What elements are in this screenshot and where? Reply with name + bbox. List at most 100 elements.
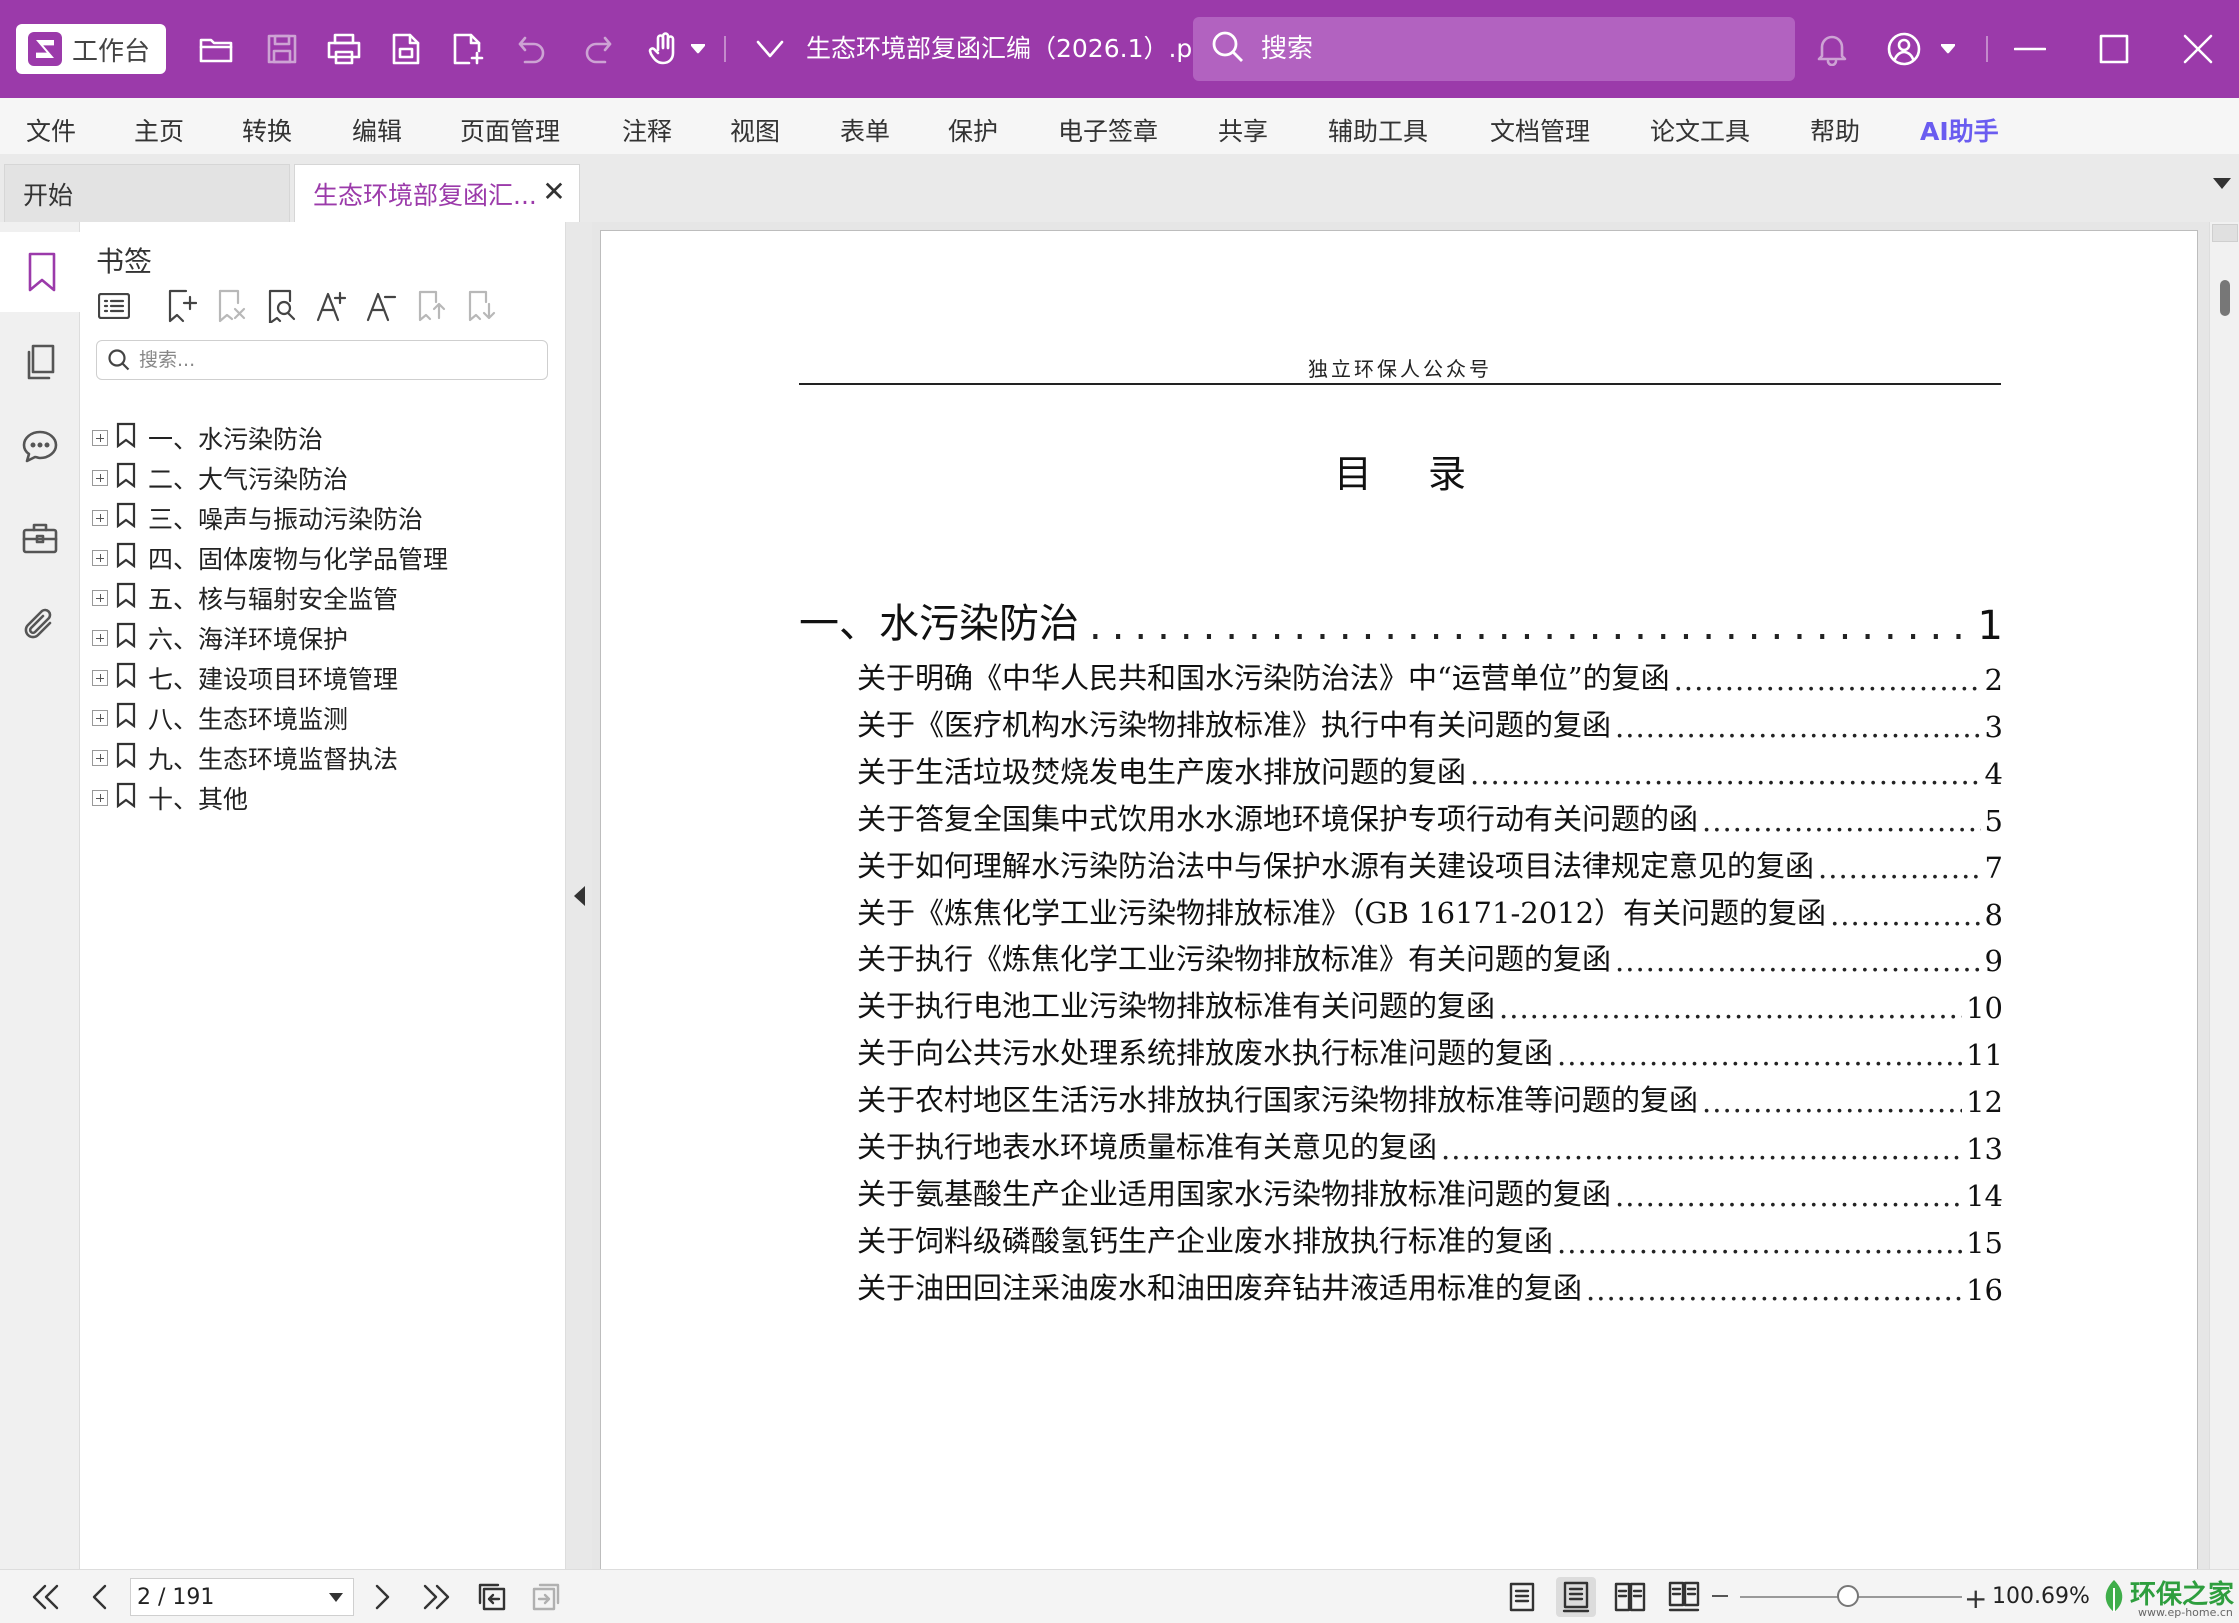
search-input[interactable]	[1261, 34, 1761, 64]
tab-close-icon[interactable]: ✕	[539, 177, 569, 207]
toc-entry-row[interactable]: 关于饲料级磷酸氢钙生产企业废水排放执行标准的复函................…	[857, 1220, 2003, 1260]
open-folder-icon[interactable]	[196, 0, 236, 98]
bookmark-item[interactable]: 四、固体废物与化学品管理	[90, 538, 560, 578]
page-thumbnails-icon[interactable]	[0, 322, 80, 402]
bookmark-item[interactable]: 一、水污染防治	[90, 418, 560, 458]
toc-entry-row[interactable]: 关于执行地表水环境质量标准有关意见的复函....................…	[857, 1126, 2003, 1166]
scrollbar-thumb[interactable]	[2220, 280, 2230, 316]
menu-form[interactable]: 表单	[840, 112, 890, 148]
expand-node-icon[interactable]	[92, 590, 108, 606]
document-viewport[interactable]: 独立环保人公众号 目录 一、水污染防治 ....................…	[592, 222, 2209, 1569]
close-window-icon[interactable]	[2178, 0, 2218, 98]
menu-edit[interactable]: 编辑	[352, 112, 402, 148]
menu-thesis-tools[interactable]: 论文工具	[1650, 112, 1750, 148]
undo-icon[interactable]	[512, 0, 552, 98]
bookmark-item[interactable]: 九、生态环境监督执法	[90, 738, 560, 778]
bookmark-item[interactable]: 十、其他	[90, 778, 560, 818]
last-page-icon[interactable]	[416, 1577, 456, 1617]
tab-start[interactable]: 开始	[4, 164, 290, 222]
bookmark-item[interactable]: 八、生态环境监测	[90, 698, 560, 738]
quick-access-dropdown-icon[interactable]	[752, 0, 788, 98]
menu-accessibility-tools[interactable]: 辅助工具	[1328, 112, 1428, 148]
save-icon[interactable]	[262, 0, 302, 98]
scan-document-icon[interactable]	[386, 0, 426, 98]
two-page-view-icon[interactable]	[1610, 1577, 1650, 1617]
toc-entry-row[interactable]: 关于执行电池工业污染物排放标准有关问题的复函..................…	[857, 985, 2003, 1025]
menu-home[interactable]: 主页	[134, 112, 184, 148]
workbench-button[interactable]: 工作台	[16, 24, 166, 74]
tab-list-dropdown-icon[interactable]	[2213, 178, 2231, 189]
bookmark-item[interactable]: 五、核与辐射安全监管	[90, 578, 560, 618]
toc-entry-row[interactable]: 关于答复全国集中式饮用水水源地环境保护专项行动有关问题的函...........…	[857, 798, 2003, 838]
menu-page-management[interactable]: 页面管理	[460, 112, 560, 148]
bookmark-options-menu-icon[interactable]	[94, 286, 134, 326]
menu-convert[interactable]: 转换	[242, 112, 292, 148]
toc-entry-row[interactable]: 关于氨基酸生产企业适用国家水污染物排放标准问题的复函..............…	[857, 1173, 2003, 1213]
zoom-out-button[interactable]	[1712, 1595, 1728, 1597]
expand-node-icon[interactable]	[92, 470, 108, 486]
menu-e-signature[interactable]: 电子签章	[1058, 112, 1158, 148]
print-icon[interactable]	[324, 0, 364, 98]
collapse-panel-icon[interactable]	[574, 886, 585, 906]
comments-panel-icon[interactable]	[0, 406, 80, 486]
zoom-slider-thumb[interactable]	[1837, 1585, 1859, 1607]
delete-bookmark-icon[interactable]	[212, 286, 252, 326]
add-bookmark-icon[interactable]	[162, 286, 202, 326]
bookmark-item[interactable]: 二、大气污染防治	[90, 458, 560, 498]
toc-entry-row[interactable]: 关于明确《中华人民共和国水污染防治法》中“运营单位”的复函...........…	[857, 657, 2003, 697]
tab-document[interactable]: 生态环境部复函汇... ✕	[294, 164, 580, 222]
single-page-view-icon[interactable]	[1502, 1577, 1542, 1617]
panel-splitter[interactable]	[566, 222, 592, 1569]
hand-tool-dropdown-icon[interactable]	[688, 0, 708, 98]
menu-annotate[interactable]: 注释	[622, 112, 672, 148]
menu-help[interactable]: 帮助	[1810, 112, 1860, 148]
toc-entry-row[interactable]: 关于《医疗机构水污染物排放标准》执行中有关问题的复函..............…	[857, 704, 2003, 744]
expand-node-icon[interactable]	[92, 630, 108, 646]
first-page-icon[interactable]	[26, 1577, 66, 1617]
menu-view[interactable]: 视图	[730, 112, 780, 148]
toc-section-row[interactable]: 一、水污染防治 ................................…	[799, 593, 2003, 649]
expand-node-icon[interactable]	[92, 510, 108, 526]
user-account-icon[interactable]	[1884, 0, 1924, 98]
find-current-bookmark-icon[interactable]	[262, 286, 302, 326]
toc-entry-row[interactable]: 关于生活垃圾焚烧发电生产废水排放问题的复函...................…	[857, 751, 2003, 791]
toolbox-panel-icon[interactable]	[0, 498, 80, 578]
menu-document-management[interactable]: 文档管理	[1490, 112, 1590, 148]
toc-entry-row[interactable]: 关于如何理解水污染防治法中与保护水源有关建设项目法律规定意见的复函.......…	[857, 845, 2003, 885]
bookmarks-panel-icon[interactable]	[0, 232, 80, 312]
zoom-in-button[interactable]: +	[1964, 1582, 1987, 1615]
scrollbar-top-cap[interactable]	[2212, 224, 2238, 242]
toc-entry-row[interactable]: 关于油田回注采油废水和油田废弃钻井液适用标准的复函...............…	[857, 1267, 2003, 1307]
menu-protect[interactable]: 保护	[948, 112, 998, 148]
previous-page-icon[interactable]	[80, 1577, 120, 1617]
global-search[interactable]	[1193, 17, 1795, 81]
toc-entry-row[interactable]: 关于《炼焦化学工业污染物排放标准》（GB 16171-2012）有关问题的复函.…	[857, 892, 2003, 932]
collapse-all-bookmarks-icon[interactable]	[462, 286, 502, 326]
redo-icon[interactable]	[578, 0, 618, 98]
decrease-font-size-icon[interactable]	[362, 286, 402, 326]
expand-node-icon[interactable]	[92, 750, 108, 766]
bookmark-search-input[interactable]	[139, 349, 519, 371]
bookmark-item[interactable]: 七、建设项目环境管理	[90, 658, 560, 698]
expand-all-bookmarks-icon[interactable]	[412, 286, 452, 326]
next-view-icon[interactable]	[526, 1577, 566, 1617]
bookmark-item[interactable]: 六、海洋环境保护	[90, 618, 560, 658]
minimize-window-icon[interactable]	[2010, 0, 2050, 98]
menu-share[interactable]: 共享	[1218, 112, 1268, 148]
previous-view-icon[interactable]	[472, 1577, 512, 1617]
toc-entry-row[interactable]: 关于农村地区生活污水排放执行国家污染物排放标准等问题的复函...........…	[857, 1079, 2003, 1119]
bookmark-item[interactable]: 三、噪声与振动污染防治	[90, 498, 560, 538]
expand-node-icon[interactable]	[92, 790, 108, 806]
maximize-window-icon[interactable]	[2094, 0, 2134, 98]
page-number-field[interactable]: 2 / 191	[130, 1578, 354, 1616]
hand-tool-icon[interactable]	[644, 0, 684, 98]
continuous-page-view-icon[interactable]	[1556, 1577, 1596, 1617]
expand-node-icon[interactable]	[92, 550, 108, 566]
menu-ai-assistant[interactable]: AI助手	[1920, 112, 1999, 148]
vertical-scrollbar[interactable]	[2209, 222, 2239, 1569]
attachments-panel-icon[interactable]	[0, 584, 80, 664]
next-page-icon[interactable]	[362, 1577, 402, 1617]
expand-node-icon[interactable]	[92, 710, 108, 726]
bookmark-search-field[interactable]	[96, 340, 548, 380]
notification-bell-icon[interactable]	[1812, 0, 1852, 98]
